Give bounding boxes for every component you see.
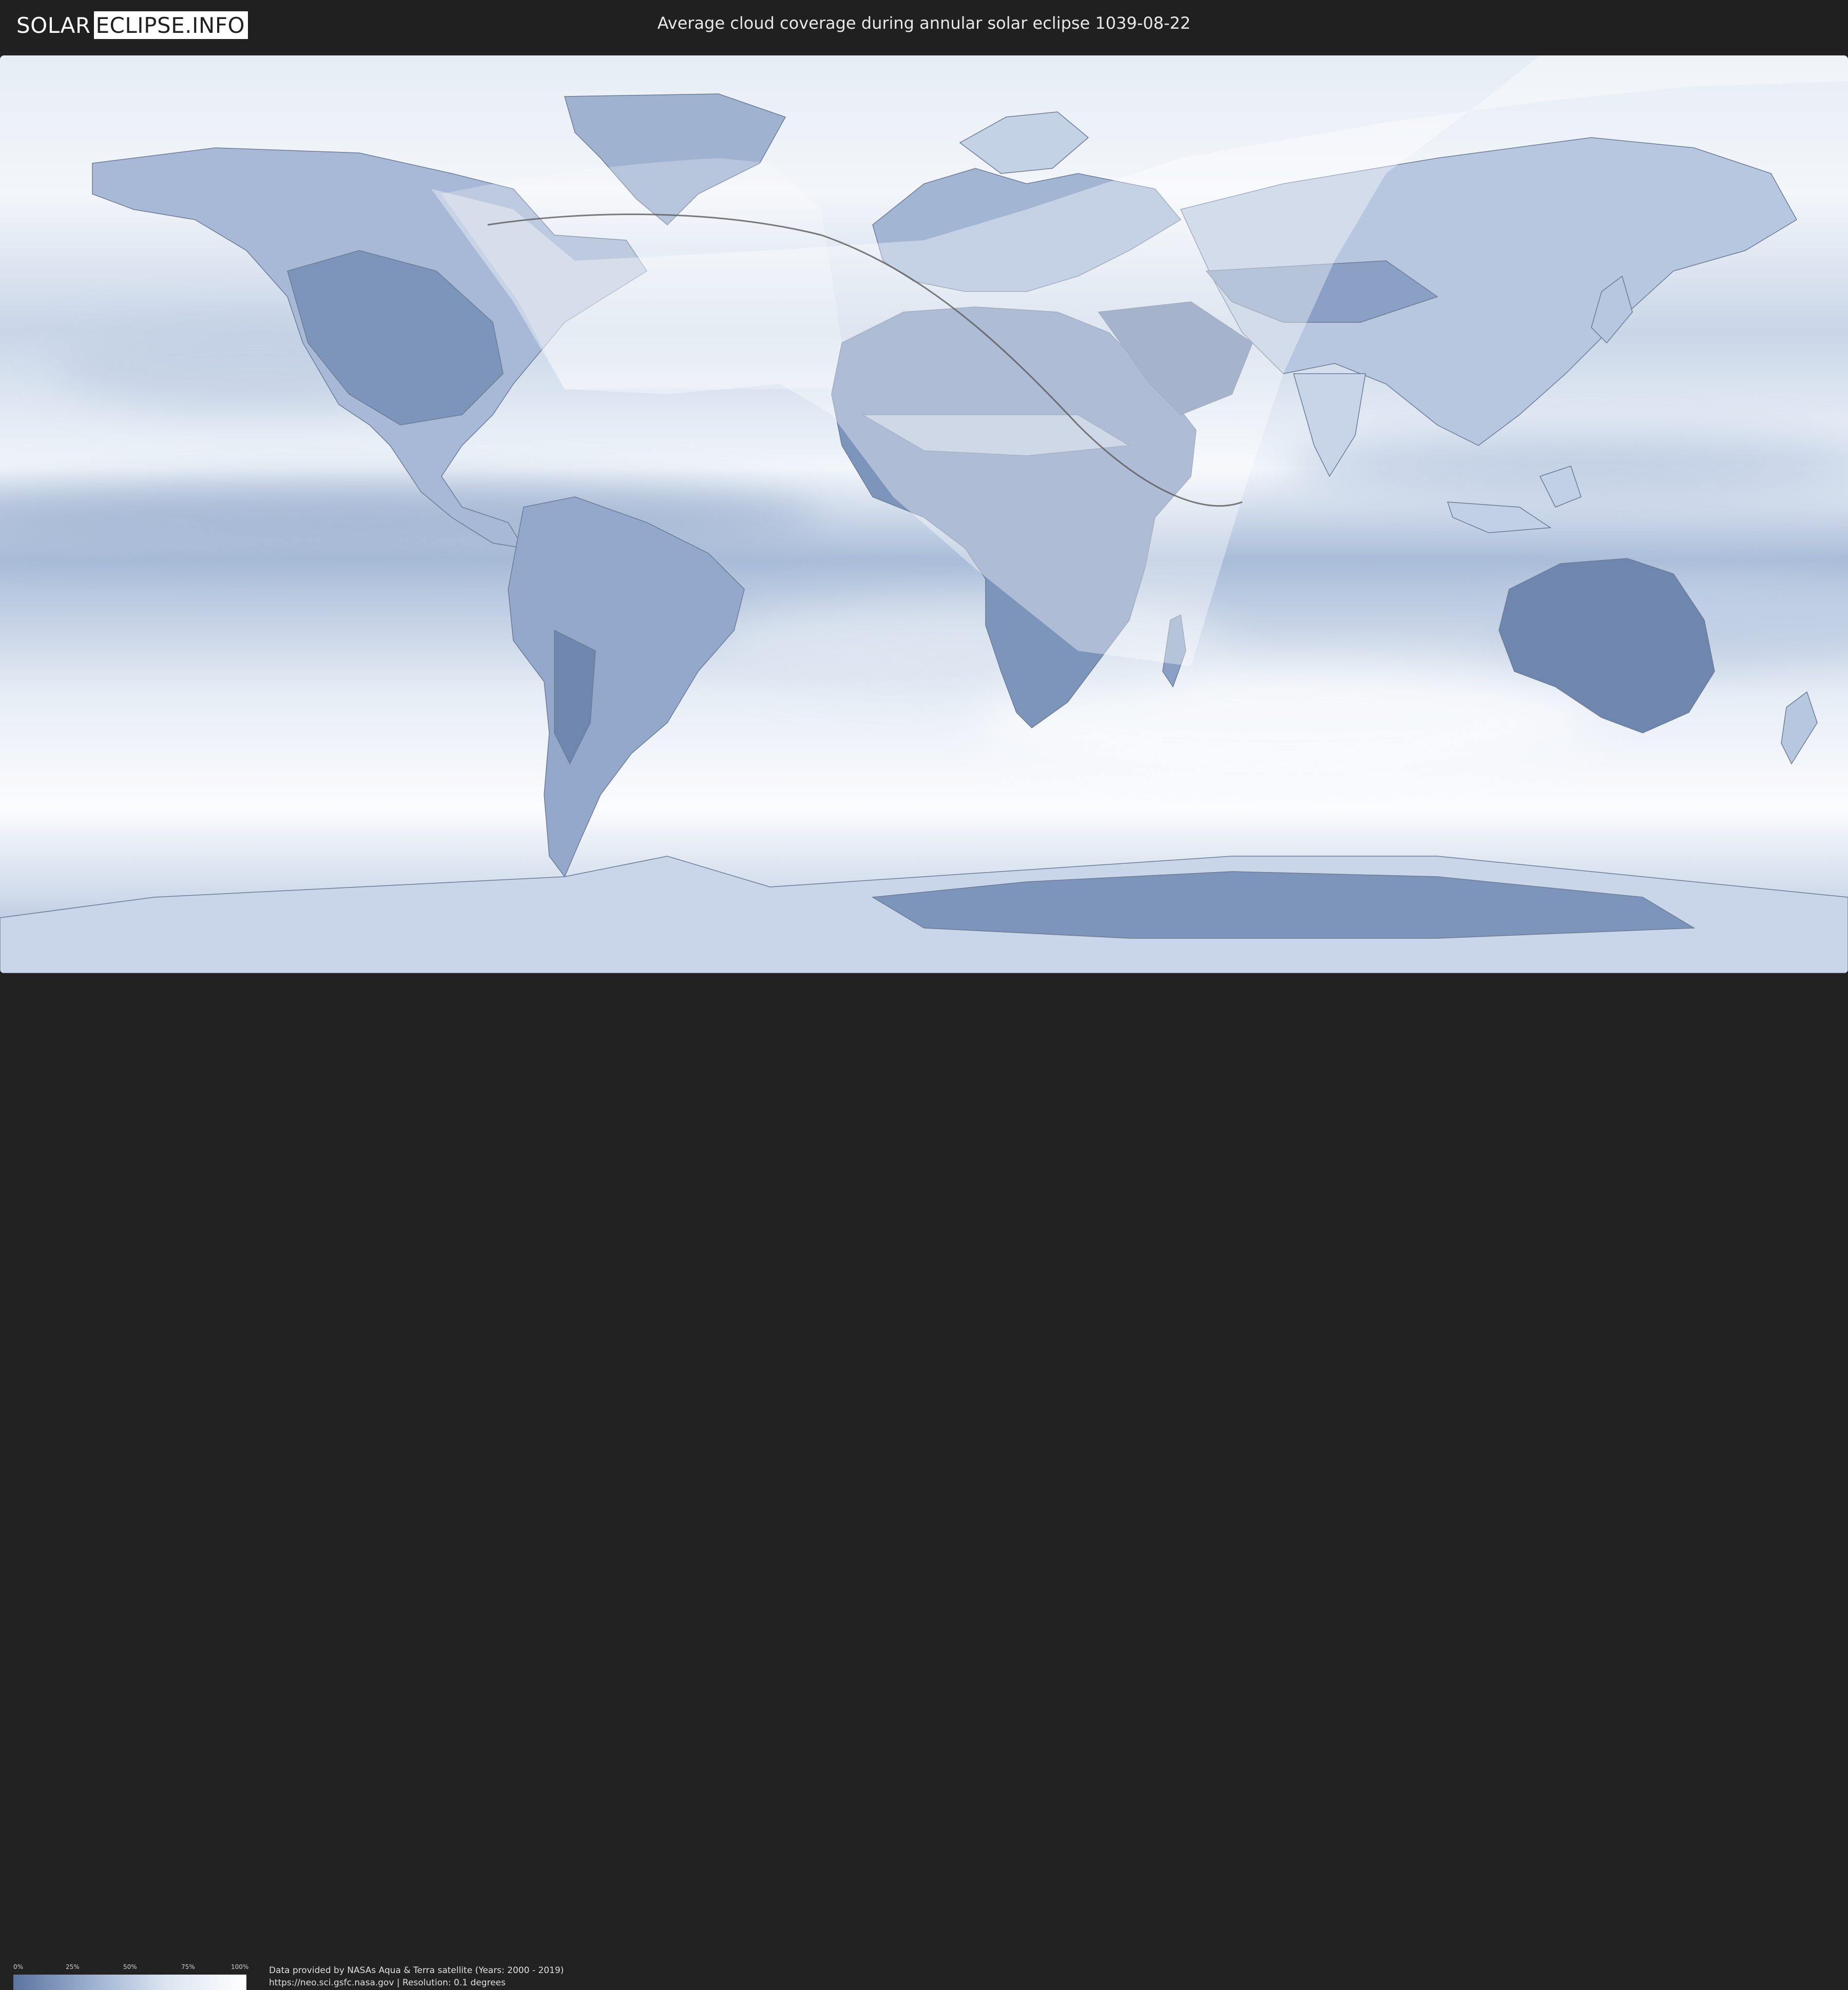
legend-tick-75: 75% [181,1963,195,1970]
legend-tick-100: 100% [231,1963,249,1970]
credits-line-2[interactable]: https://neo.sci.gsfc.nasa.gov | Resoluti… [269,1977,564,1989]
page-title: Average cloud coverage during annular so… [657,13,1191,33]
cloud-coverage-map[interactable] [0,55,1848,973]
legend-color-bar [13,1975,246,1990]
footer-bar: 0% 25% 50% 75% 100% Data provided by NAS… [0,975,1848,1990]
legend-ticks: 0% 25% 50% 75% 100% [13,1963,249,1972]
legend-tick-0: 0% [13,1963,24,1970]
data-credits: Data provided by NASAs Aqua & Terra sate… [269,1964,564,1989]
credits-line-1: Data provided by NASAs Aqua & Terra sate… [269,1965,564,1976]
legend-tick-25: 25% [66,1963,80,1970]
map-canvas [0,55,1848,973]
legend-tick-50: 50% [123,1963,137,1970]
header-bar: SOLAR ECLIPSE.INFO Average cloud coverag… [0,0,1848,51]
cloud-coverage-legend: 0% 25% 50% 75% 100% [13,1963,249,1990]
